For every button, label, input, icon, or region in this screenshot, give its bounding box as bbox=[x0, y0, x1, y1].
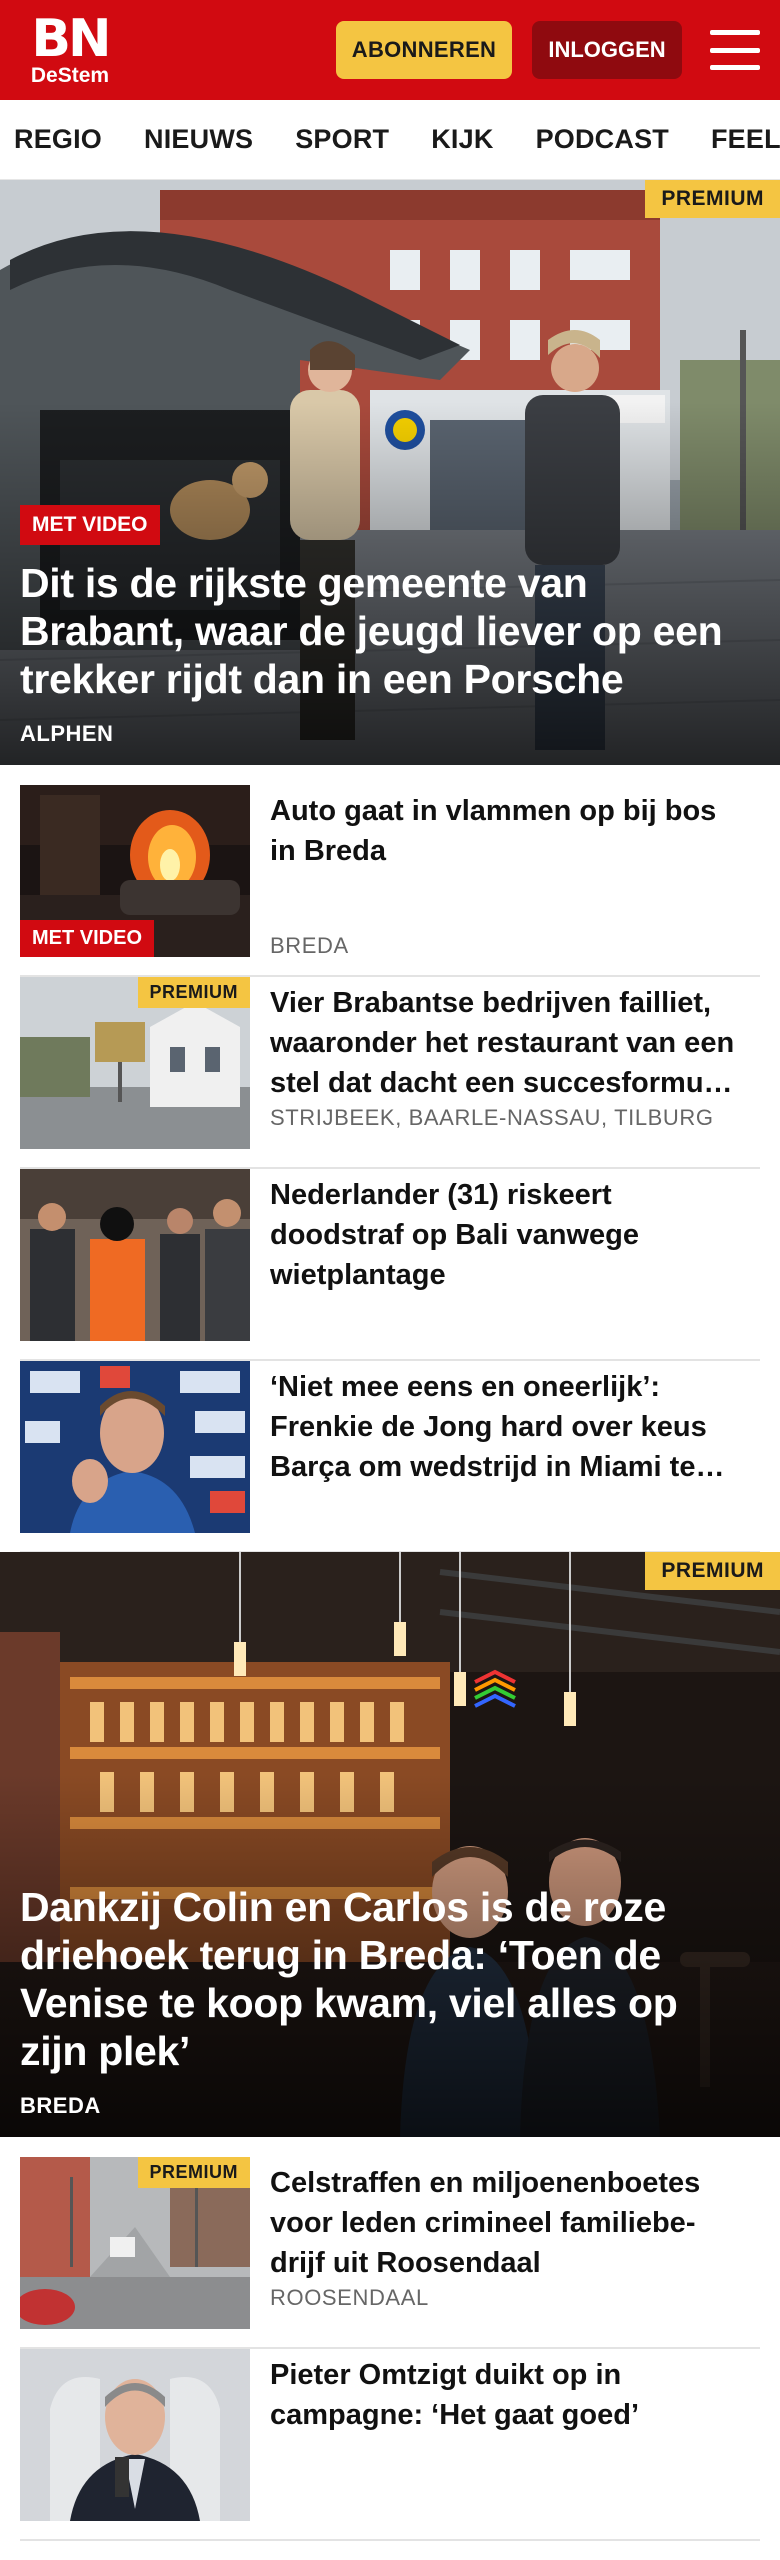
hero-title[interactable]: Dit is de rijkste gemeente van Brabant, … bbox=[20, 559, 750, 703]
site-header: BN DeStem ABONNEREN INLOGGEN bbox=[0, 0, 780, 100]
premium-badge: PREMIUM bbox=[645, 1552, 780, 1590]
video-badge: MET VIDEO bbox=[20, 505, 160, 545]
list-item[interactable]: Pieter Omtzigt duikt op in campagne: ‘He… bbox=[20, 2349, 760, 2541]
nav-item-feelgood[interactable]: FEELGOOD bbox=[711, 124, 780, 155]
article-thumbnail: PREMIUM bbox=[20, 977, 250, 1149]
list-item[interactable]: MET VIDEO Auto gaat in vlammen op bij bo… bbox=[20, 785, 760, 977]
article-title[interactable]: Auto gaat in vlammen op bij bos in Breda bbox=[270, 791, 740, 871]
article-location: STRIJBEEK, BAARLE-NASSAU, TILBURG bbox=[270, 1105, 714, 1130]
hamburger-menu-icon[interactable] bbox=[710, 28, 760, 72]
premium-badge: PREMIUM bbox=[137, 2157, 250, 2188]
article-thumbnail: PREMIUM bbox=[20, 2157, 250, 2329]
article-title[interactable]: Pieter Omtzigt duikt op in campagne: ‘He… bbox=[270, 2355, 740, 2435]
logo-sub-text: DeStem bbox=[30, 63, 110, 87]
hero-location: ALPHEN bbox=[20, 721, 114, 746]
nav-item-podcast[interactable]: PODCAST bbox=[536, 124, 669, 155]
premium-badge: PREMIUM bbox=[137, 977, 250, 1008]
list-item[interactable]: PREMIUM Vier Brabantse bedrijven faillie… bbox=[20, 977, 760, 1169]
hero-article-breda[interactable]: PREMIUM Dankzij Colin en Carlos is de ro… bbox=[0, 1552, 780, 2137]
login-button[interactable]: INLOGGEN bbox=[532, 21, 682, 79]
hero-location: BREDA bbox=[20, 2093, 101, 2118]
site-logo[interactable]: BN DeStem bbox=[30, 8, 112, 87]
list-item[interactable]: PREMIUM Celstraffen en miljoenenboetes v… bbox=[20, 2157, 760, 2349]
article-title[interactable]: Celstraffen en miljoenenboetes voor lede… bbox=[270, 2163, 740, 2283]
subscribe-button[interactable]: ABONNEREN bbox=[336, 21, 512, 79]
article-location: ROOSENDAAL bbox=[270, 2285, 429, 2310]
hero-title[interactable]: Dankzij Colin en Carlos is de roze drieh… bbox=[20, 1883, 750, 2075]
article-thumbnail: MET VIDEO bbox=[20, 785, 250, 957]
nav-item-regio[interactable]: REGIO bbox=[14, 124, 102, 155]
nav-item-nieuws[interactable]: NIEUWS bbox=[144, 124, 253, 155]
logo-main-text: BN bbox=[31, 8, 111, 69]
list-item[interactable]: Nederlander (31) riskeert doodstraf op B… bbox=[20, 1169, 760, 1361]
article-thumbnail bbox=[20, 1361, 250, 1533]
premium-badge: PREMIUM bbox=[645, 180, 780, 218]
section-nav: REGIO NIEUWS SPORT KIJK PODCAST FEELGOOD… bbox=[0, 100, 780, 180]
article-thumbnail bbox=[20, 1169, 250, 1341]
article-thumbnail bbox=[20, 2349, 250, 2521]
article-title[interactable]: Vier Brabantse bedrijven failliet, waaro… bbox=[270, 983, 740, 1103]
nav-item-sport[interactable]: SPORT bbox=[295, 124, 389, 155]
article-title[interactable]: Nederlander (31) riskeert doodstraf op B… bbox=[270, 1175, 740, 1295]
list-item[interactable]: ‘Niet mee eens en oneerlijk’: Frenkie de… bbox=[20, 1361, 760, 1553]
video-badge: MET VIDEO bbox=[20, 920, 155, 957]
article-location: BREDA bbox=[270, 933, 349, 958]
article-title[interactable]: ‘Niet mee eens en oneerlijk’: Frenkie de… bbox=[270, 1367, 740, 1487]
nav-item-kijk[interactable]: KIJK bbox=[431, 124, 493, 155]
hero-article-alphen[interactable]: PREMIUM MET VIDEO Dit is de rijkste geme… bbox=[0, 180, 780, 765]
